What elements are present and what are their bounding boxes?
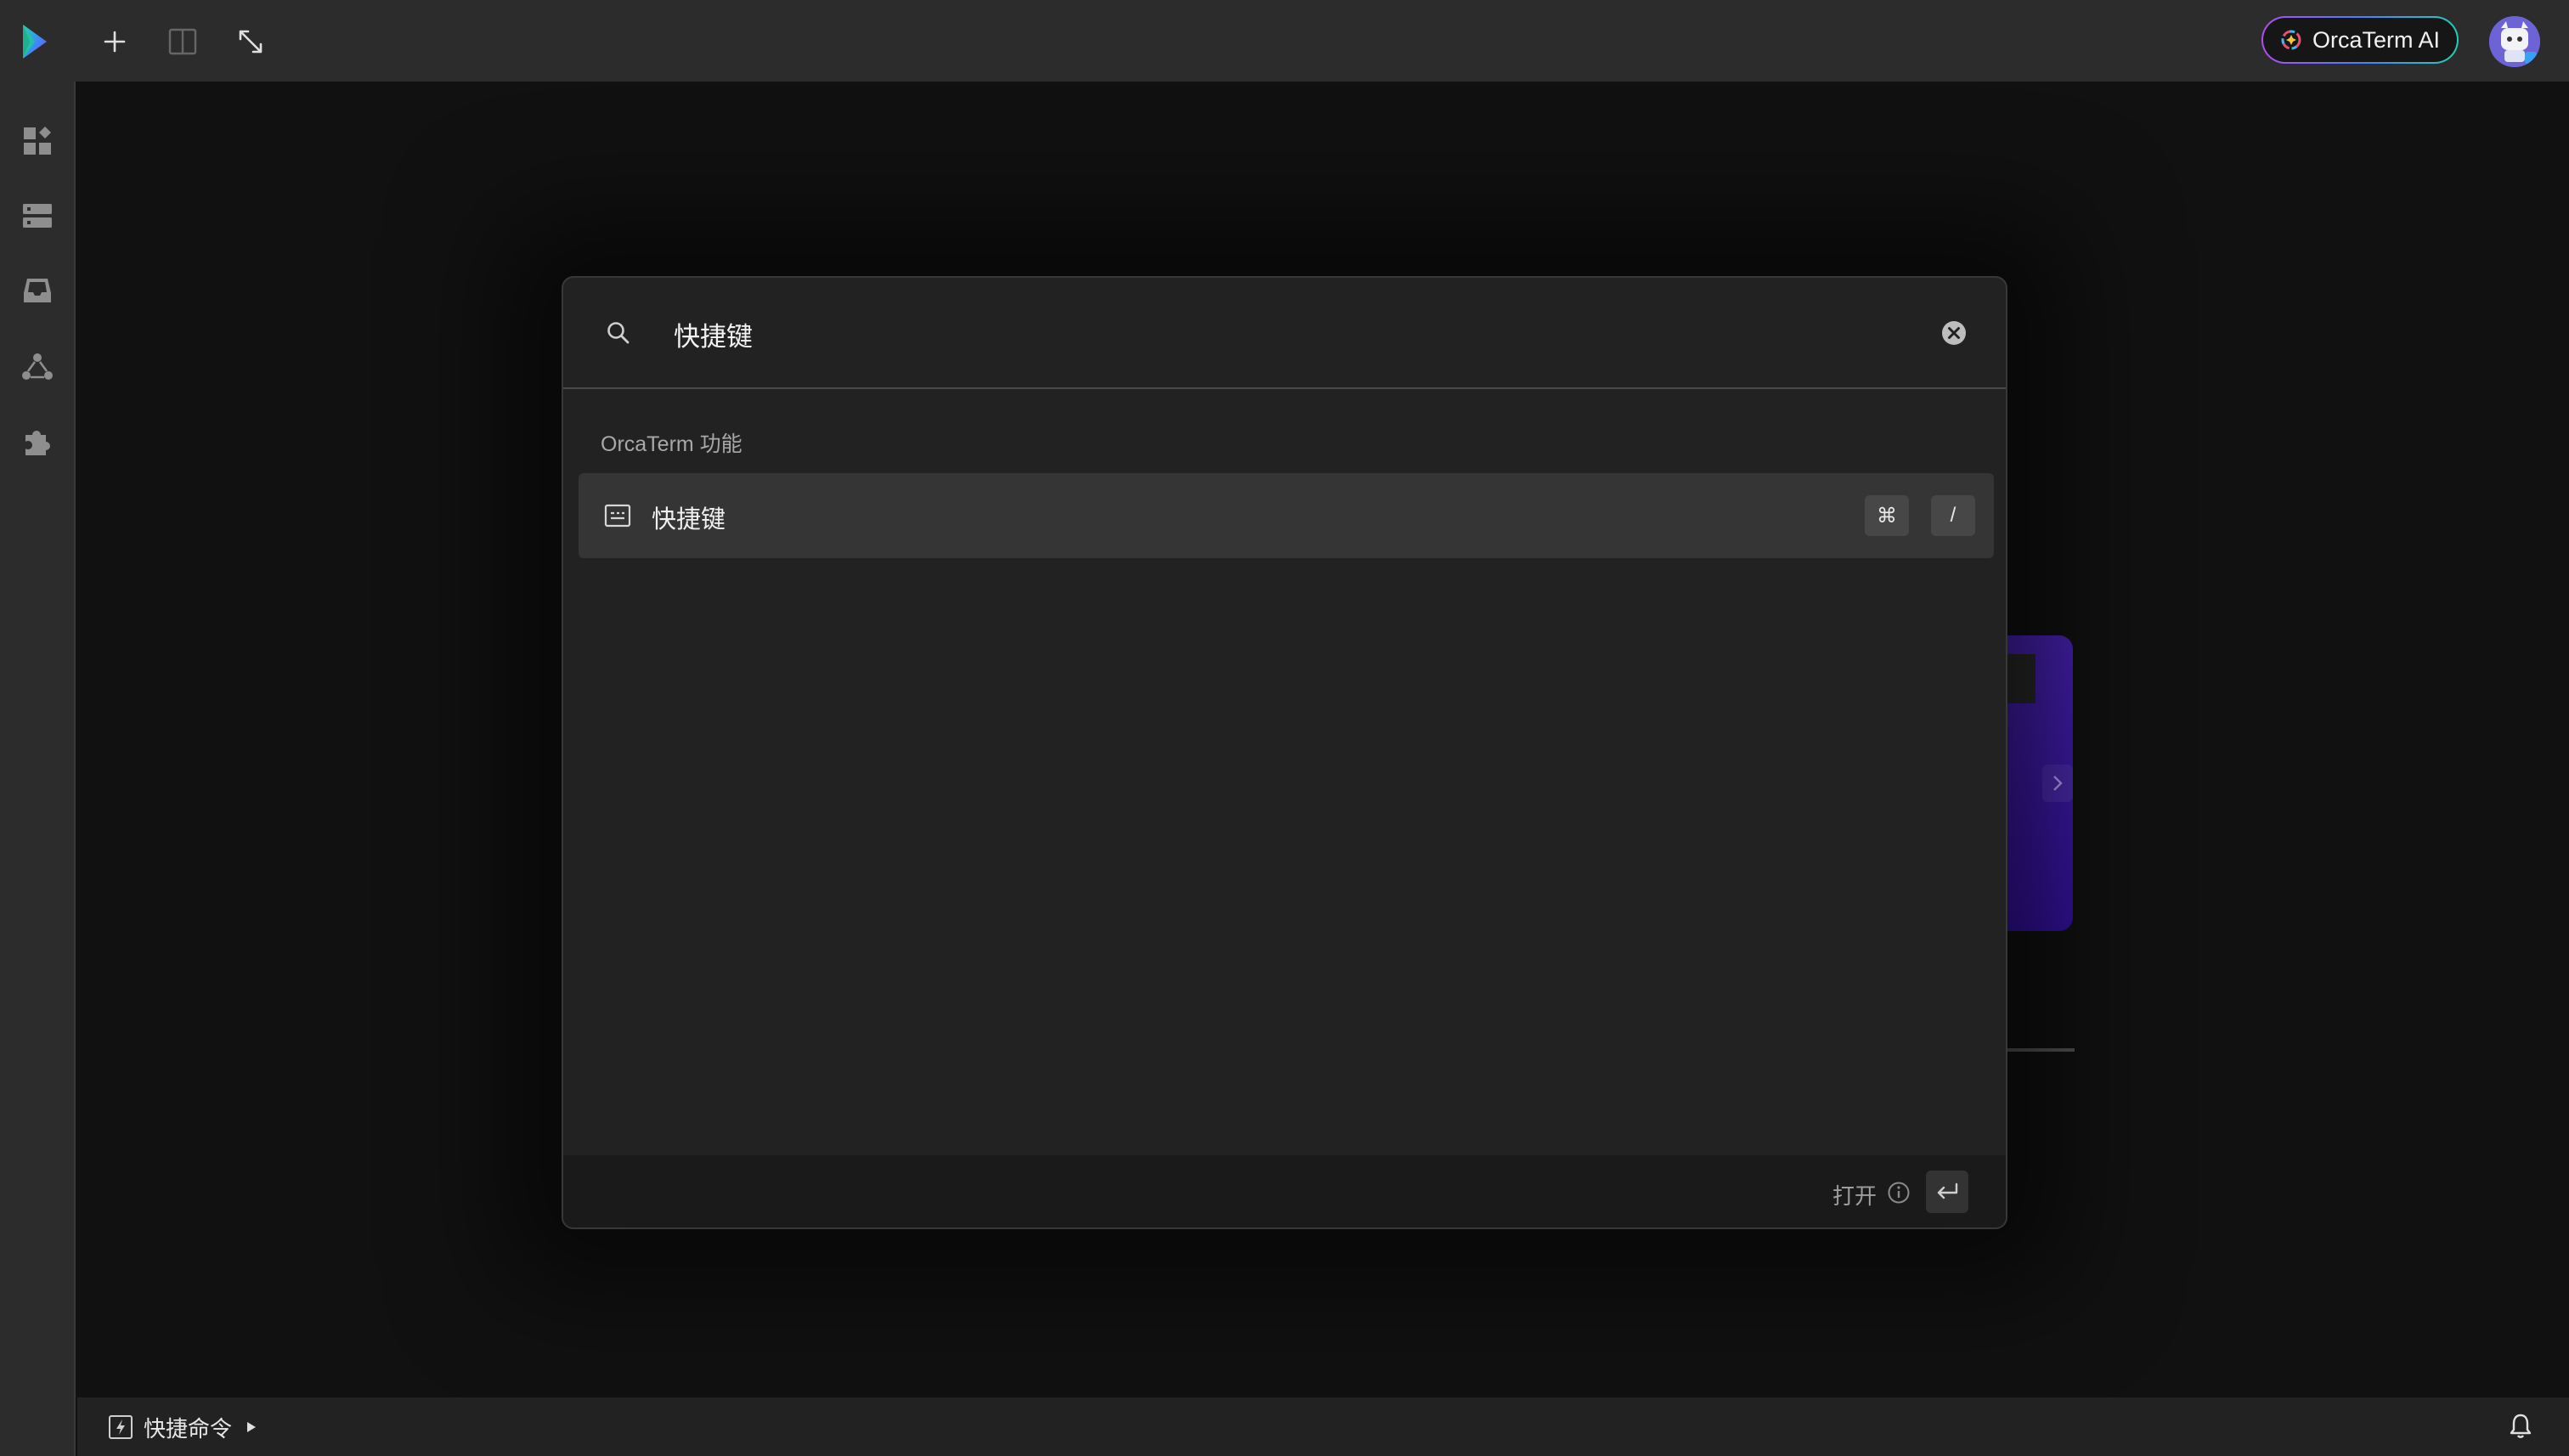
search-icon xyxy=(607,322,630,344)
result-item-label: 快捷键 xyxy=(652,506,726,533)
result-item-shortcuts[interactable]: 快捷键 ⌘ / xyxy=(579,473,1994,558)
server-icon xyxy=(23,204,52,228)
network-nodes-icon xyxy=(22,353,53,380)
chevron-right-icon xyxy=(2053,776,2063,791)
play-arrow-icon xyxy=(247,1422,257,1432)
orcaterm-ai-button[interactable]: OrcaTerm AI xyxy=(2261,16,2459,64)
keyboard-icon xyxy=(604,504,631,528)
avatar-robot-icon xyxy=(2489,16,2540,67)
search-bar xyxy=(563,278,2006,389)
plus-icon xyxy=(104,31,126,53)
puzzle-icon xyxy=(25,431,51,455)
quick-command-button[interactable]: 快捷命令 xyxy=(108,1411,257,1443)
search-input[interactable] xyxy=(674,310,1863,358)
app-logo-icon[interactable] xyxy=(15,22,54,61)
results-section-title: OrcaTerm 功能 xyxy=(601,432,742,456)
sidebar-item-plugins[interactable] xyxy=(19,423,56,460)
quick-command-label: 快捷命令 xyxy=(144,1415,233,1442)
banner-next-button[interactable] xyxy=(2042,765,2073,802)
user-avatar[interactable] xyxy=(2489,16,2540,67)
inbox-icon xyxy=(24,279,51,302)
shortcut-key-slash: / xyxy=(1931,495,1975,536)
ai-sparkle-icon xyxy=(2281,30,2301,50)
background-divider xyxy=(1996,1048,2075,1052)
info-icon[interactable] xyxy=(1887,1181,1911,1205)
open-hint-label: 打开 xyxy=(1832,1183,1877,1209)
status-bar: 快捷命令 xyxy=(77,1397,2569,1456)
clear-search-icon[interactable] xyxy=(1939,319,1968,347)
sidebar-item-servers[interactable] xyxy=(19,197,56,234)
sidebar-item-network[interactable] xyxy=(19,348,56,386)
lightning-icon xyxy=(109,1415,133,1439)
sidebar-item-storage[interactable] xyxy=(19,272,56,309)
split-pane-icon xyxy=(168,28,197,55)
shortcut-key-command: ⌘ xyxy=(1865,495,1909,536)
enter-key-icon xyxy=(1937,1182,1958,1199)
sidebar-item-dashboard[interactable] xyxy=(19,122,56,160)
fullscreen-button[interactable] xyxy=(231,22,270,61)
sidebar xyxy=(0,82,76,1456)
bell-icon xyxy=(2510,1414,2532,1438)
dashboard-icon xyxy=(24,127,51,155)
expand-icon xyxy=(239,30,263,54)
split-view-button[interactable] xyxy=(163,22,202,61)
command-palette: OrcaTerm 功能 快捷键 ⌘ / 打开 xyxy=(562,276,2007,1229)
top-bar: OrcaTerm AI xyxy=(0,0,2569,82)
notifications-button[interactable] xyxy=(2504,1409,2538,1443)
new-tab-button[interactable] xyxy=(95,22,134,61)
ai-button-label: OrcaTerm AI xyxy=(2312,26,2441,53)
enter-key-button[interactable] xyxy=(1926,1171,1968,1213)
palette-footer: 打开 xyxy=(563,1155,2006,1227)
